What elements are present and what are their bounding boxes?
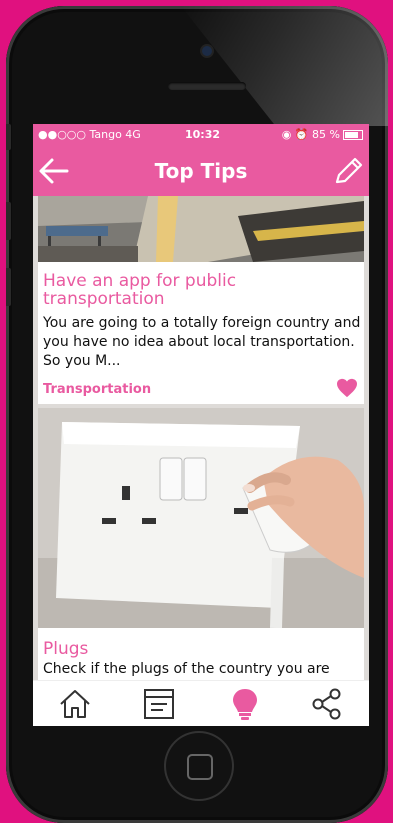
status-bar: ●●○○○ Tango 4G 10:32 ◉ ⏰ 85 % — [33, 124, 369, 146]
front-camera — [202, 46, 212, 56]
bottom-tab-bar — [33, 680, 369, 726]
home-icon[interactable] — [57, 687, 93, 721]
status-right: ◉ ⏰ 85 % — [282, 124, 363, 146]
home-button[interactable] — [164, 731, 234, 801]
share-icon[interactable] — [309, 687, 345, 721]
home-button-square — [187, 754, 213, 780]
volume-up-button — [6, 202, 11, 240]
pencil-icon[interactable] — [331, 155, 365, 187]
carrier-signal: ●●○○○ Tango 4G — [38, 128, 141, 141]
app-screen: ●●○○○ Tango 4G 10:32 ◉ ⏰ 85 % Top Tips H… — [33, 124, 369, 726]
tips-list[interactable]: Have an app for public transportation Yo… — [33, 196, 369, 680]
tip-title[interactable]: Plugs — [43, 640, 359, 658]
tip-title[interactable]: Have an app for public transportation — [43, 272, 359, 308]
tip-category[interactable]: Transportation — [43, 382, 151, 397]
mute-switch — [6, 124, 11, 150]
tip-description: Check if the plugs of the country you ar… — [43, 661, 330, 677]
clock: 10:32 — [185, 128, 221, 141]
page-title: Top Tips — [154, 159, 248, 183]
tip-card[interactable]: Plugs Check if the plugs of the country … — [38, 408, 364, 680]
battery-percent: ◉ ⏰ 85 % — [281, 128, 340, 141]
document-icon[interactable] — [141, 687, 177, 721]
tip-card[interactable]: Have an app for public transportation Yo… — [38, 196, 364, 404]
tip-description: You are going to a totally foreign count… — [43, 315, 361, 369]
earpiece-speaker — [168, 82, 246, 90]
battery-icon — [343, 130, 363, 140]
app-header: Top Tips — [33, 146, 369, 196]
heart-icon[interactable] — [336, 378, 358, 398]
screen-glare — [181, 6, 388, 126]
lightbulb-icon[interactable] — [227, 687, 263, 721]
tip-image-metro-station — [38, 196, 364, 262]
tip-image-plug-socket — [38, 408, 364, 628]
volume-down-button — [6, 268, 11, 306]
